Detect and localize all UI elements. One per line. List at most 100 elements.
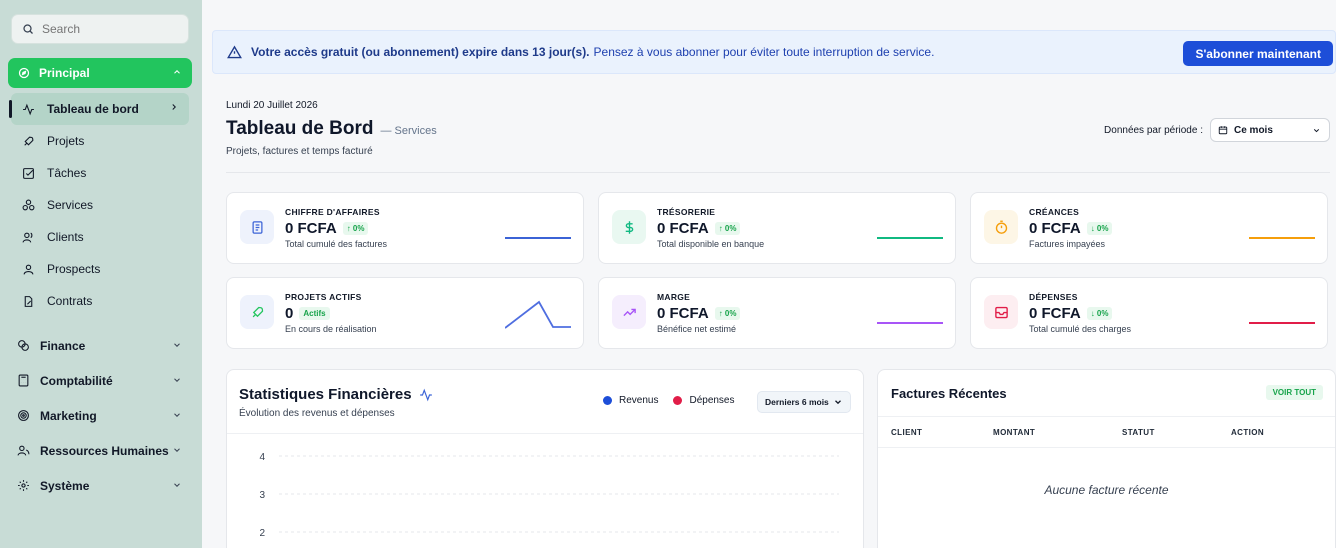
subscribe-button[interactable]: S'abonner maintenant	[1183, 41, 1333, 66]
sidebar-group-ressources-humaines[interactable]: Ressources Humaines	[0, 433, 202, 468]
chevron-right-icon	[172, 104, 176, 110]
kpi-card-marge[interactable]: MARGE 0 FCFA ↑ 0% Bénéfice net estimé	[598, 277, 956, 349]
sidebar-item-label: Tâches	[47, 166, 87, 180]
period-value: Ce mois	[1234, 124, 1273, 136]
checkbox-icon	[23, 167, 34, 179]
sidebar-item-label: Services	[47, 198, 94, 212]
sidebar-group-finance[interactable]: Finance	[0, 328, 202, 363]
panel-divider	[878, 416, 1335, 417]
kpi-sparkline	[1249, 322, 1315, 324]
sidebar-item-services[interactable]: Services	[0, 189, 202, 221]
boxes-icon	[22, 199, 35, 210]
chevron-down-icon	[834, 400, 841, 405]
kpi-trend-badge: ↑ 0%	[714, 222, 741, 235]
sidebar-item-tableau-de-bord[interactable]: Tableau de bord	[9, 93, 189, 125]
sidebar-item-clients[interactable]: Clients	[0, 221, 202, 253]
active-indicator	[9, 100, 12, 118]
search-input[interactable]	[42, 22, 172, 36]
chevron-up-icon	[174, 70, 180, 74]
range-dropdown[interactable]: Derniers 6 mois	[757, 391, 851, 413]
kpi-icon-box	[612, 295, 646, 329]
activity-icon	[23, 103, 34, 115]
banner-text: Pensez à vous abonner pour éviter toute …	[593, 45, 935, 59]
compass-icon	[18, 67, 30, 79]
page-subtitle: Projets, factures et temps facturé	[226, 146, 373, 157]
calendar-icon	[1218, 126, 1228, 135]
gear-icon	[18, 480, 29, 491]
sidebar-group-label: Marketing	[40, 408, 97, 423]
rocket-icon	[24, 136, 34, 146]
page-title-context: — Services	[380, 125, 437, 137]
chevron-down-icon	[174, 448, 180, 452]
kpi-title: TRÉSORERIE	[657, 207, 716, 217]
legend-dot	[673, 396, 683, 405]
panel-subtitle: Évolution des revenus et dépenses	[239, 408, 395, 419]
panel-title: Statistiques Financières	[239, 386, 412, 403]
kpi-sparkline	[505, 237, 571, 239]
activity-icon	[419, 388, 432, 401]
dollar-icon	[625, 220, 633, 234]
header-divider	[226, 172, 1330, 173]
column-header-client[interactable]: CLIENT	[891, 428, 922, 437]
chevron-down-icon	[174, 483, 180, 487]
column-header-action[interactable]: ACTION	[1231, 428, 1264, 437]
subscription-banner: Votre accès gratuit (ou abonnement) expi…	[212, 30, 1336, 74]
legend-item-revenus[interactable]: Revenus	[603, 395, 658, 406]
kpi-card-tresorerie[interactable]: TRÉSORERIE 0 FCFA ↑ 0% Total disponible e…	[598, 192, 956, 264]
kpi-card-depenses[interactable]: DÉPENSES 0 FCFA ↓ 0% Total cumulé des cha…	[970, 277, 1328, 349]
search-box[interactable]	[11, 14, 189, 44]
kpi-trend-chart	[505, 300, 571, 329]
sidebar-group-marketing[interactable]: Marketing	[0, 398, 202, 433]
chart-legend: Revenus Dépenses	[603, 395, 750, 406]
view-all-button[interactable]: VOIR TOUT	[1265, 385, 1323, 400]
y-tick-label: 4	[259, 452, 265, 463]
kpi-description: Total cumulé des factures	[285, 239, 388, 249]
period-select[interactable]: Ce mois	[1210, 118, 1330, 142]
recent-invoices-panel: Factures Récentes VOIR TOUT CLIENT MONTA…	[877, 369, 1336, 548]
sidebar-item-taches[interactable]: Tâches	[0, 157, 202, 189]
warning-icon	[227, 45, 242, 58]
sidebar-groups: Finance Comptabilité Marketing Ressource…	[0, 328, 202, 503]
rocket-icon	[252, 306, 263, 317]
inbox-icon	[994, 306, 1008, 318]
kpi-title: MARGE	[657, 292, 691, 302]
kpi-value: 0	[285, 305, 294, 322]
document-icon	[252, 220, 262, 234]
kpi-trend-badge: ↓ 0%	[1086, 307, 1113, 320]
kpi-trend-badge: ↑ 0%	[714, 307, 741, 320]
legend-label: Revenus	[619, 395, 659, 406]
sidebar-group-comptabilite[interactable]: Comptabilité	[0, 363, 202, 398]
kpi-sparkline	[877, 237, 943, 239]
kpi-card-chiffre-affaires[interactable]: CHIFFRE D'AFFAIRES 0 FCFA ↑ 0% Total cumu…	[226, 192, 584, 264]
legend-item-depenses[interactable]: Dépenses	[673, 395, 735, 406]
financial-line-chart: 4 3 2	[259, 452, 839, 539]
sidebar-section-principal[interactable]: Principal	[8, 58, 192, 88]
people-icon	[17, 445, 30, 456]
chevron-down-icon	[174, 413, 180, 417]
sidebar-item-label: Tableau de bord	[47, 102, 139, 116]
sidebar-section-label: Principal	[39, 66, 90, 80]
main-content: Votre accès gratuit (ou abonnement) expi…	[202, 0, 1336, 548]
user-icon	[23, 264, 34, 275]
sidebar-item-prospects[interactable]: Prospects	[0, 253, 202, 285]
sidebar-item-label: Clients	[47, 230, 84, 244]
sidebar-group-label: Comptabilité	[40, 373, 113, 388]
kpi-icon-box	[984, 295, 1018, 329]
sidebar-item-projets[interactable]: Projets	[0, 125, 202, 157]
y-tick-label: 2	[259, 528, 265, 539]
kpi-description: Total cumulé des charges	[1029, 324, 1132, 334]
kpi-card-creances[interactable]: CRÉANCES 0 FCFA ↓ 0% Factures impayées	[970, 192, 1328, 264]
legend-label: Dépenses	[689, 395, 735, 406]
sidebar-item-contrats[interactable]: Contrats	[0, 285, 202, 317]
chevron-down-icon	[174, 343, 180, 347]
kpi-card-projets-actifs[interactable]: PROJETS ACTIFS 0 Actifs En cours de réali…	[226, 277, 584, 349]
sidebar-item-label: Prospects	[47, 262, 101, 276]
column-header-statut[interactable]: STATUT	[1122, 428, 1155, 437]
sidebar-group-systeme[interactable]: Système	[0, 468, 202, 503]
column-header-montant[interactable]: MONTANT	[993, 428, 1035, 437]
trend-up-icon	[622, 308, 636, 316]
target-icon	[18, 410, 29, 421]
legend-dot	[603, 396, 612, 405]
search-icon	[23, 24, 33, 34]
financial-stats-panel: Statistiques Financières Évolution des r…	[226, 369, 864, 548]
